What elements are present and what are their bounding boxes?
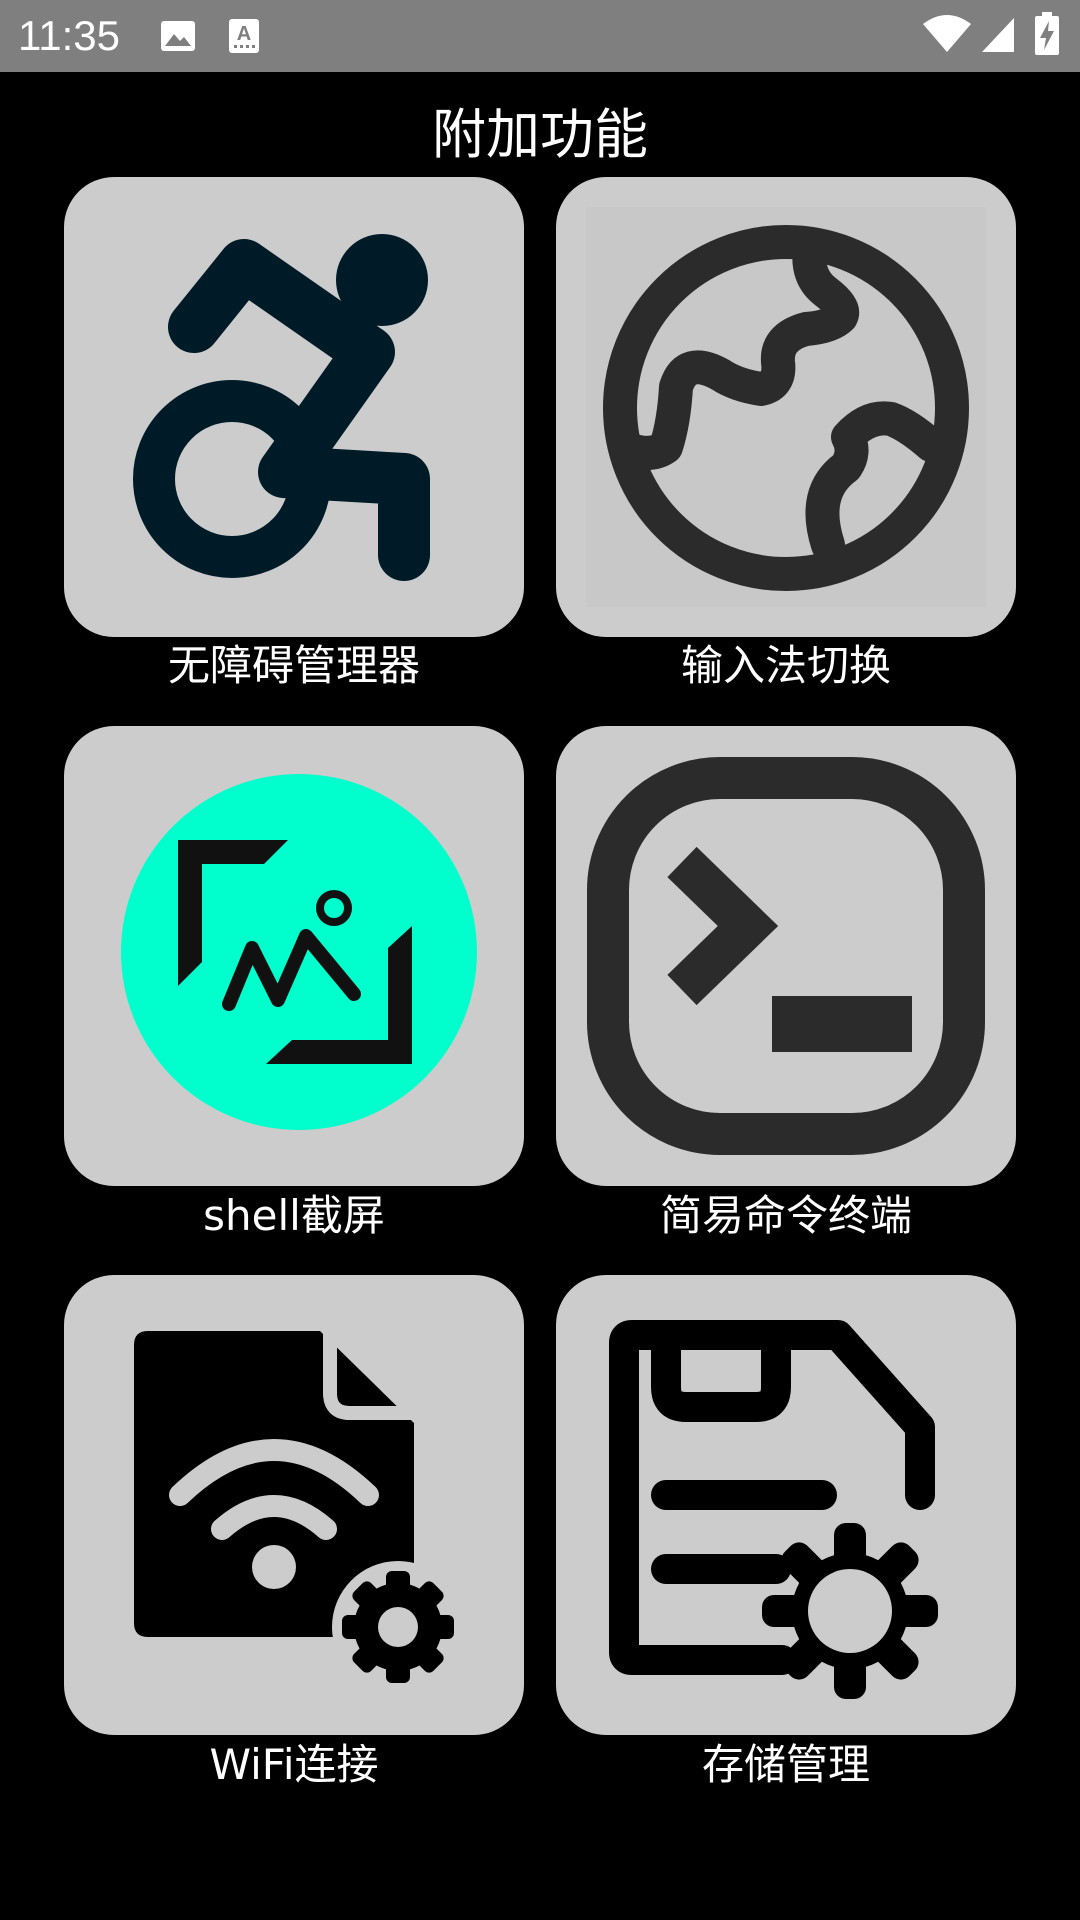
svg-text:A: A <box>237 23 251 45</box>
tile-accessibility-manager[interactable] <box>64 177 524 637</box>
globe-icon <box>586 207 986 607</box>
tile-label: WiFi连接 <box>209 1740 379 1789</box>
keyboard-a-icon: A <box>229 19 259 53</box>
status-bar: 11:35 A <box>0 0 1080 72</box>
image-icon <box>161 21 195 51</box>
terminal-icon <box>587 757 985 1155</box>
tile-label: 简易命令终端 <box>659 1191 912 1240</box>
tile-label: shell截屏 <box>203 1191 385 1240</box>
battery-charging-icon <box>1035 12 1059 55</box>
status-time: 11:35 <box>18 12 120 59</box>
tile-storage-management[interactable] <box>556 1275 1016 1735</box>
cell-signal-icon <box>982 18 1014 52</box>
screenshot-icon <box>121 774 477 1130</box>
storage-settings-icon <box>609 1320 938 1699</box>
wifi-file-settings-icon <box>134 1331 464 1693</box>
wifi-icon <box>923 15 971 52</box>
tile-wifi-connect[interactable] <box>64 1275 524 1735</box>
tile-input-method-switch[interactable] <box>556 177 1016 637</box>
tile-simple-terminal[interactable] <box>556 726 1016 1186</box>
tile-label: 存储管理 <box>701 1740 870 1789</box>
tile-label: 无障碍管理器 <box>167 641 420 690</box>
page-title: 附加功能 <box>432 103 648 166</box>
tile-shell-screenshot[interactable] <box>64 726 524 1186</box>
tile-label: 输入法切换 <box>680 641 891 690</box>
accessibility-icon <box>133 234 430 581</box>
screen: 11:35 A 附加功能 无障碍管理器 输入法切换 shell截屏 简易命令终端… <box>0 0 1080 1920</box>
